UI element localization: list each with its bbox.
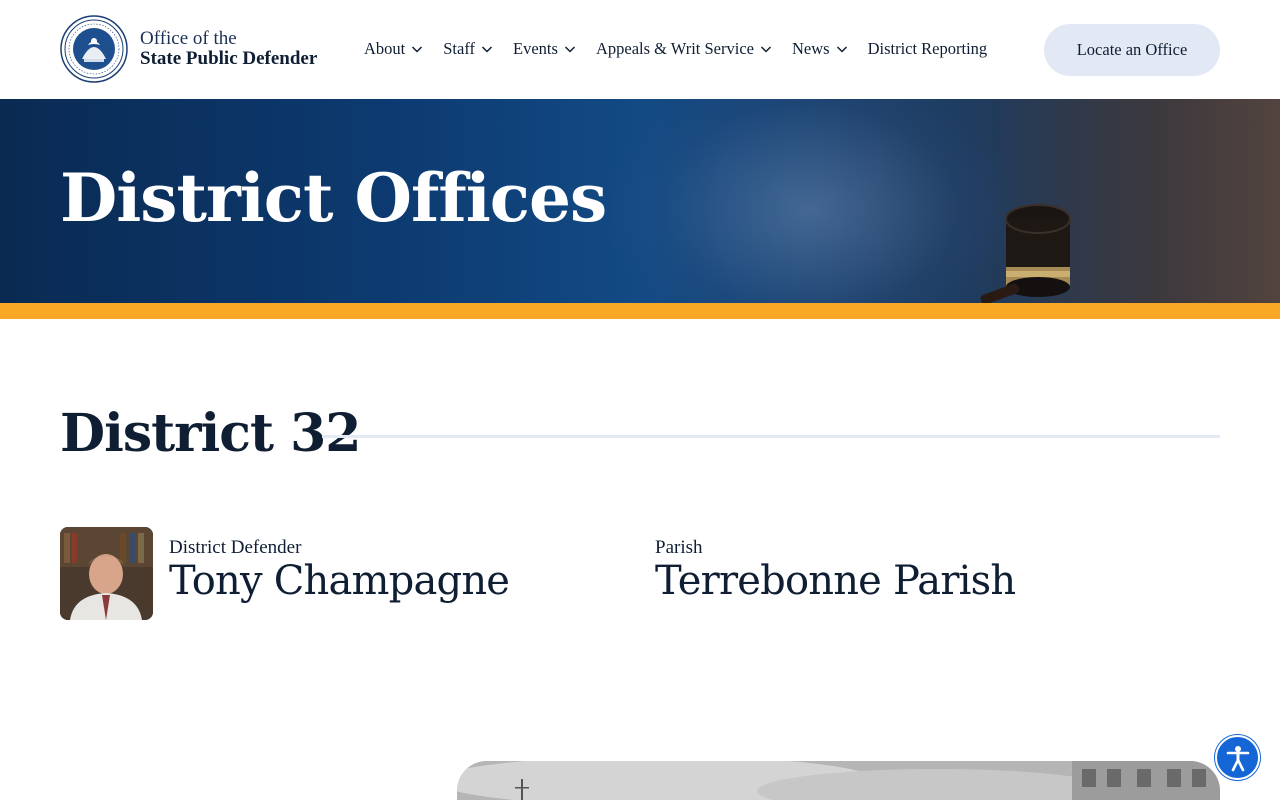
site-header: Office of the State Public Defender Abou… — [0, 0, 1280, 99]
chevron-down-icon — [564, 46, 575, 53]
district-title: District 32 — [60, 403, 361, 464]
nav-item-staff[interactable]: Staff — [443, 38, 493, 60]
nav-label: About — [364, 39, 406, 58]
nav-item-news[interactable]: News — [792, 38, 848, 60]
hero-banner: District Offices — [0, 99, 1280, 303]
page-title: District Offices — [60, 159, 607, 237]
hero-accent-bar — [0, 303, 1280, 319]
chevron-down-icon — [412, 46, 423, 53]
nav-label: Appeals & Writ Service — [595, 39, 754, 58]
nav-item-district-reporting[interactable]: District Reporting — [868, 38, 988, 60]
chevron-down-icon — [760, 46, 772, 53]
defender-photo — [60, 527, 153, 620]
brand-wordmark[interactable]: Office of the State Public Defender — [140, 29, 317, 68]
hero-background-image — [600, 99, 1020, 303]
district-defender-name: Tony Champagne — [169, 558, 510, 604]
nav-label: News — [791, 39, 830, 58]
district-defender-label: District Defender — [169, 537, 302, 558]
accessibility-button[interactable] — [1215, 735, 1260, 780]
office-building-photo — [457, 761, 1220, 800]
nav-item-appeals-writ-service[interactable]: Appeals & Writ Service — [596, 38, 772, 60]
main-nav: About Staff Events Appeals & Writ Servic… — [364, 38, 987, 60]
brand-line-2: State Public Defender — [140, 48, 318, 69]
nav-label: District Reporting — [867, 39, 988, 58]
gavel-image — [980, 204, 1071, 303]
chevron-down-icon — [482, 46, 493, 53]
parish-label: Parish — [655, 537, 703, 558]
section-divider — [322, 435, 1220, 438]
chevron-down-icon — [836, 46, 847, 53]
accessibility-icon — [1226, 745, 1249, 771]
nav-item-events[interactable]: Events — [513, 38, 576, 60]
brand-line-1: Office of the — [140, 28, 237, 49]
parish-name: Terrebonne Parish — [655, 558, 1016, 604]
state-seal-logo[interactable] — [60, 15, 128, 83]
nav-item-about[interactable]: About — [364, 38, 423, 60]
nav-label: Events — [513, 39, 558, 58]
locate-office-button[interactable]: Locate an Office — [1044, 24, 1220, 76]
nav-label: Staff — [443, 39, 476, 58]
